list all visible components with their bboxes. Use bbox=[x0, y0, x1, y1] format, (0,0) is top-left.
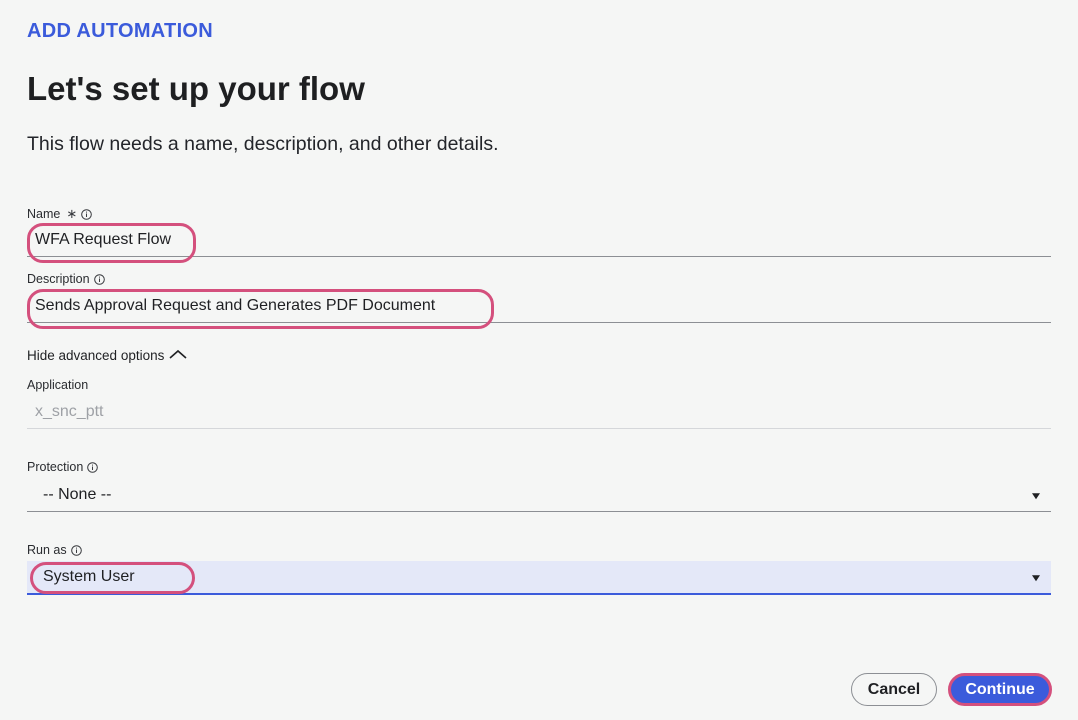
run-as-label: Run as bbox=[27, 543, 82, 557]
application-label-text: Application bbox=[27, 378, 89, 392]
page-subtitle: This flow needs a name, description, and… bbox=[27, 133, 499, 155]
application-field: x_snc_ptt bbox=[27, 396, 1051, 429]
cancel-button[interactable]: Cancel bbox=[851, 673, 937, 706]
application-label: Application bbox=[27, 378, 88, 392]
description-label-text: Description bbox=[27, 272, 90, 286]
caret-down-icon[interactable] bbox=[1032, 575, 1040, 582]
info-icon[interactable] bbox=[70, 544, 82, 556]
name-field[interactable]: WFA Request Flow bbox=[27, 224, 1051, 257]
eyebrow-label: ADD AUTOMATION bbox=[27, 20, 214, 42]
protection-label: Protection bbox=[27, 460, 99, 474]
application-field-value: x_snc_ptt bbox=[35, 403, 104, 420]
page-title: Let's set up your flow bbox=[27, 70, 365, 107]
required-mark: ∗ bbox=[66, 206, 78, 221]
add-automation-page: ADD AUTOMATION Let's set up your flow Th… bbox=[0, 0, 1078, 720]
info-icon[interactable] bbox=[93, 273, 105, 285]
protection-select[interactable]: -- None -- bbox=[27, 479, 1051, 512]
name-label-text: Name bbox=[27, 207, 61, 221]
hide-advanced-options-toggle[interactable]: Hide advanced options bbox=[27, 348, 188, 363]
run-as-select[interactable]: System User bbox=[27, 561, 1051, 595]
info-icon[interactable] bbox=[87, 461, 99, 473]
name-field-value[interactable]: WFA Request Flow bbox=[35, 231, 171, 249]
protection-select-value[interactable]: -- None -- bbox=[43, 486, 111, 504]
chevron-up-icon bbox=[168, 348, 188, 363]
run-as-select-value[interactable]: System User bbox=[43, 568, 135, 586]
info-icon[interactable] bbox=[81, 208, 93, 220]
description-label: Description bbox=[27, 272, 105, 286]
hide-advanced-options-label: Hide advanced options bbox=[27, 348, 165, 363]
name-label: Name ∗ bbox=[27, 206, 93, 222]
description-field[interactable]: Sends Approval Request and Generates PDF… bbox=[27, 290, 1051, 323]
continue-button[interactable]: Continue bbox=[948, 673, 1052, 706]
run-as-label-text: Run as bbox=[27, 543, 67, 557]
caret-down-icon[interactable] bbox=[1032, 493, 1040, 500]
protection-label-text: Protection bbox=[27, 460, 84, 474]
description-field-value[interactable]: Sends Approval Request and Generates PDF… bbox=[35, 297, 435, 315]
